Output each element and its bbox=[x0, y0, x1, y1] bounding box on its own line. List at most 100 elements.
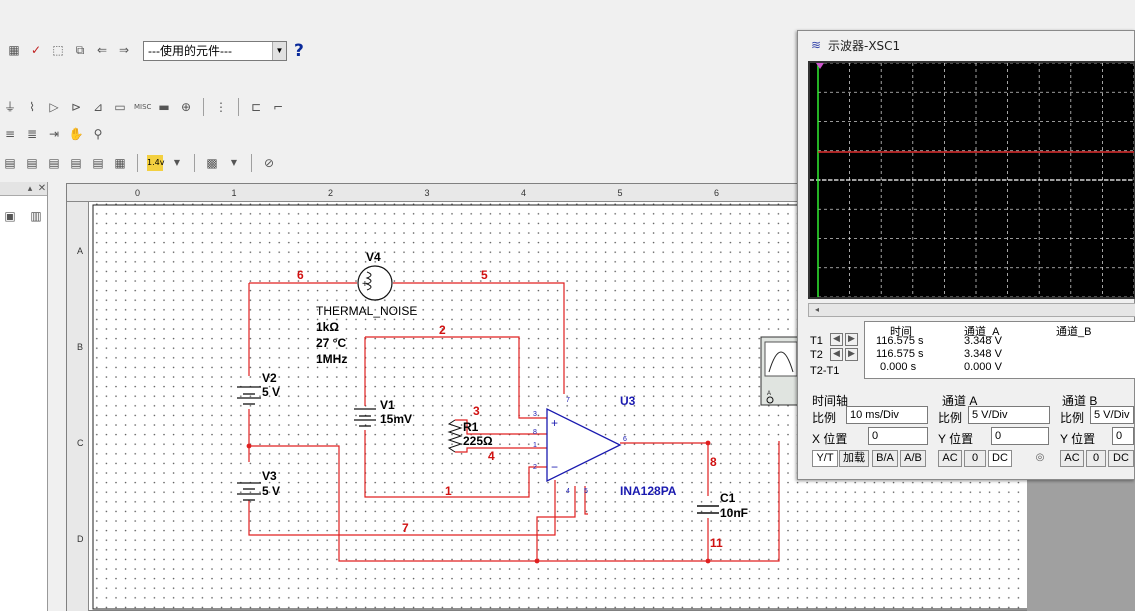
t2-left-arrow-icon[interactable]: ◀ bbox=[830, 348, 843, 361]
rf-icon[interactable]: ⊕ bbox=[178, 99, 194, 115]
t1-left-arrow-icon[interactable]: ◀ bbox=[830, 333, 843, 346]
chb-ac-button[interactable]: AC bbox=[1060, 450, 1084, 467]
close-icon[interactable]: ✕ bbox=[34, 181, 50, 197]
t1-right-arrow-icon[interactable]: ▶ bbox=[845, 333, 858, 346]
diode-icon[interactable]: ▷ bbox=[46, 99, 62, 115]
timebase-title: 时间轴 bbox=[812, 394, 849, 408]
toolbar-components: ⏚ ⌇ ▷ ⊳ ⊿ ▭ MISC ▬ ⊕ ⋮ ⊏ ⌐ bbox=[2, 98, 286, 116]
layout-icon[interactable]: ▤ bbox=[68, 155, 84, 171]
grid-icon[interactable]: ▦ bbox=[112, 155, 128, 171]
layout-icon[interactable]: ▤ bbox=[90, 155, 106, 171]
spreadsheet-icon[interactable]: ▦ bbox=[6, 42, 22, 58]
v2-value: 5 V bbox=[262, 385, 280, 399]
align-right-icon[interactable]: ≣ bbox=[24, 126, 40, 142]
pin-number: 3 bbox=[533, 411, 537, 418]
net-number: 5 bbox=[481, 268, 488, 282]
v1-value: 15mV bbox=[380, 412, 412, 426]
cha-dc-button[interactable]: DC bbox=[988, 450, 1012, 467]
cha-ac-button[interactable]: AC bbox=[938, 450, 962, 467]
wire-icon[interactable]: ⌐ bbox=[270, 99, 286, 115]
ttl-icon[interactable]: ▭ bbox=[112, 99, 128, 115]
ruler-tick-label: 4 bbox=[521, 188, 526, 198]
ruler-row-label: B bbox=[77, 342, 83, 352]
chevron-down-icon[interactable]: ▼ bbox=[226, 155, 242, 171]
separator bbox=[203, 98, 204, 116]
cha-scale-field[interactable]: 5 V/Div bbox=[968, 406, 1050, 424]
ab-button[interactable]: A/B bbox=[900, 450, 926, 467]
scope-display bbox=[808, 61, 1135, 299]
forward-annotate-icon[interactable]: ⇒ bbox=[116, 42, 132, 58]
cha-trigger-icon[interactable]: ◎ bbox=[1032, 450, 1048, 466]
copy-icon[interactable]: ⧉ bbox=[72, 42, 88, 58]
oscilloscope-window[interactable]: ≋ 示波器-XSC1 ◂ 时间 通道_A 通道_B T1 ◀ ▶ 116.575… bbox=[797, 30, 1135, 480]
net-number: 3 bbox=[473, 404, 480, 418]
indicator-icon[interactable]: ▬ bbox=[156, 99, 172, 115]
component-select-value: ---使用的元件--- bbox=[148, 44, 232, 58]
misc-icon[interactable]: MISC bbox=[134, 99, 151, 115]
source-icon[interactable]: ⏚ bbox=[2, 99, 18, 115]
v1-name: V1 bbox=[380, 398, 395, 412]
chb-ypos-field[interactable]: 0 bbox=[1112, 427, 1134, 445]
hand-icon[interactable]: ✋ bbox=[68, 126, 84, 142]
transistor-icon[interactable]: ⊳ bbox=[68, 99, 84, 115]
ruler-tick-label: 2 bbox=[328, 188, 333, 198]
cha-scale-label: 比例 bbox=[938, 411, 963, 425]
toolbar-main: ▦ ✓ ⬚ ⧉ ⇐ ⇒ bbox=[6, 42, 132, 58]
layout-icon[interactable]: ▤ bbox=[46, 155, 62, 171]
timebase-scale-field[interactable]: 10 ms/Div bbox=[846, 406, 928, 424]
select-area-icon[interactable]: ⬚ bbox=[50, 42, 66, 58]
u3-name: U3 bbox=[620, 394, 636, 408]
scope-titlebar[interactable]: ≋ 示波器-XSC1 bbox=[798, 31, 1134, 59]
probe-icon[interactable]: ⚲ bbox=[90, 126, 106, 142]
pin-number: 2 bbox=[533, 464, 537, 471]
ruler-row-label: C bbox=[77, 438, 84, 448]
delete-icon[interactable]: ▥ bbox=[28, 208, 44, 224]
v2-name: V2 bbox=[262, 371, 277, 385]
chb-dc-button[interactable]: DC bbox=[1108, 450, 1134, 467]
basic-icon[interactable]: ⌇ bbox=[24, 99, 40, 115]
no-probe-icon[interactable]: ⊘ bbox=[261, 155, 277, 171]
r1-name: R1 bbox=[463, 420, 479, 434]
bus-icon[interactable]: ⊏ bbox=[248, 99, 264, 115]
layout-icon[interactable]: ▤ bbox=[2, 155, 18, 171]
help-icon[interactable]: ? bbox=[294, 41, 304, 61]
instrument-icon[interactable]: ▩ bbox=[204, 155, 220, 171]
t2t1-cha: 0.000 V bbox=[964, 361, 1002, 373]
cha-ypos-label: Y 位置 bbox=[938, 432, 974, 446]
x-pos-field[interactable]: 0 bbox=[868, 427, 928, 445]
pin-sign: + bbox=[551, 416, 558, 430]
pin-number: 8 bbox=[533, 429, 537, 436]
chevron-down-icon[interactable]: ▼ bbox=[272, 42, 286, 60]
cursor-readout: 时间 通道_A 通道_B T1 ◀ ▶ 116.575 s 3.348 V T2… bbox=[808, 321, 1135, 379]
ruler-row-label: A bbox=[77, 246, 83, 256]
u3-part: INA128PA bbox=[620, 484, 677, 498]
yt-button[interactable]: Y/T bbox=[812, 450, 838, 467]
analog-icon[interactable]: ⊿ bbox=[90, 99, 106, 115]
new-design-icon[interactable]: ▣ bbox=[2, 208, 18, 224]
component-select[interactable]: ---使用的元件--- ▼ bbox=[143, 41, 287, 61]
toolbox-header: ▴ ✕ bbox=[0, 182, 47, 196]
cha-ypos-field[interactable]: 0 bbox=[991, 427, 1049, 445]
scope-scrollbar[interactable]: ◂ bbox=[808, 303, 1135, 317]
back-annotate-icon[interactable]: ⇐ bbox=[94, 42, 110, 58]
align-left-icon[interactable]: ≡ bbox=[2, 126, 18, 142]
t2-right-arrow-icon[interactable]: ▶ bbox=[845, 348, 858, 361]
place-hier-icon[interactable]: ⋮ bbox=[213, 99, 229, 115]
ba-button[interactable]: B/A bbox=[872, 450, 898, 467]
indent-icon[interactable]: ⇥ bbox=[46, 126, 62, 142]
chb-zero-button[interactable]: 0 bbox=[1086, 450, 1106, 467]
ruler-tick-label: 5 bbox=[618, 188, 623, 198]
layout-icon[interactable]: ▤ bbox=[24, 155, 40, 171]
separator bbox=[251, 154, 252, 172]
net-number: 8 bbox=[710, 455, 717, 469]
chevron-down-icon[interactable]: ▼ bbox=[169, 155, 185, 171]
add-button[interactable]: 加载 bbox=[839, 450, 869, 467]
c1-name: C1 bbox=[720, 491, 736, 505]
scroll-left-icon[interactable]: ◂ bbox=[809, 302, 825, 318]
cha-zero-button[interactable]: 0 bbox=[964, 450, 986, 467]
erc-check-icon[interactable]: ✓ bbox=[28, 42, 44, 58]
chb-scale-field[interactable]: 5 V/Div bbox=[1090, 406, 1134, 424]
probe-voltage-icon[interactable]: 1.4v bbox=[147, 155, 164, 171]
v3-name: V3 bbox=[262, 469, 277, 483]
workspace-background bbox=[1027, 480, 1135, 611]
